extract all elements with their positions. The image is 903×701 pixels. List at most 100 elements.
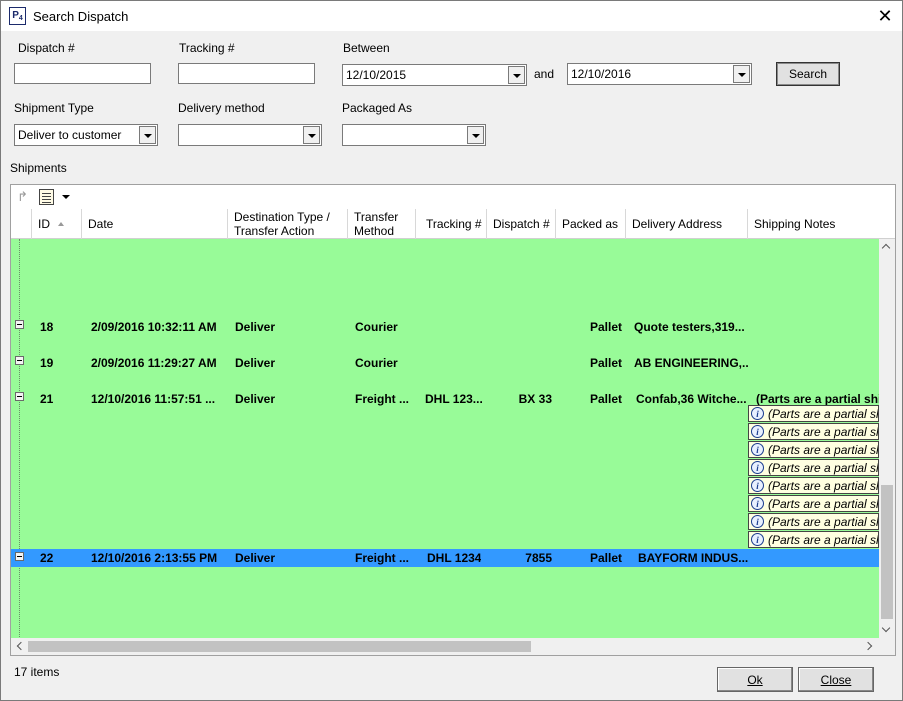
row-notes: (Parts are a partial ship [756,392,879,406]
row-method: Courier [355,320,398,334]
row-address: AB ENGINEERING,... [634,356,748,370]
horizontal-scroll-thumb[interactable] [28,641,531,652]
row-date: 12/10/2016 11:57:51 ... [91,392,216,406]
row-destination: Deliver [235,356,276,370]
row-method: Courier [355,356,398,370]
title-bar: P4 Search Dispatch ✕ [1,1,902,31]
row-dispatch: 7855 [525,551,552,565]
header-date[interactable]: Date [82,209,228,239]
row-packed-as: Pallet [589,392,622,406]
shipment-type-select[interactable]: Deliver to customer [14,124,158,146]
row-date: 12/10/2016 2:13:55 PM [91,551,218,565]
to-date-picker[interactable]: 12/10/2016 [567,63,752,85]
delivery-method-label: Delivery method [178,101,265,115]
horizontal-scrollbar[interactable] [11,638,879,655]
scroll-right-icon[interactable] [862,638,879,655]
table-row-selected[interactable]: 22 12/10/2016 2:13:55 PM Deliver Freight… [11,549,879,567]
shipping-note-item[interactable]: i (Parts are a partial sh [748,423,879,440]
header-destination-type[interactable]: Destination Type / Transfer Action [228,209,348,239]
row-packed-as: Pallet [589,551,622,565]
header-tracking[interactable]: Tracking # [416,209,487,239]
scroll-up-icon[interactable] [879,239,895,256]
row-address: Confab,36 Witche... [636,392,747,406]
shipping-note-item[interactable]: i (Parts are a partial sh [748,459,879,476]
scroll-down-icon[interactable] [879,622,895,639]
ok-button[interactable]: Ok [717,667,793,692]
close-window-icon[interactable]: ✕ [872,3,898,29]
and-label: and [534,67,555,81]
row-method: Freight ... [355,392,409,406]
row-id: 19 [40,356,54,370]
header-packed-as[interactable]: Packed as [556,209,626,239]
note-text: (Parts are a partial sh [768,479,879,493]
vertical-scroll-thumb[interactable] [881,485,893,619]
shipping-note-item[interactable]: i (Parts are a partial sh [748,441,879,458]
shipping-note-item[interactable]: i (Parts are a partial sh [748,405,879,422]
column-chooser-icon[interactable] [39,189,54,205]
to-date-value: 12/10/2016 [571,67,632,81]
row-dispatch: BX 33 [518,392,552,406]
tracking-label: Tracking # [179,41,235,55]
vertical-scrollbar[interactable] [879,239,895,639]
info-icon: i [751,461,764,474]
row-method: Freight ... [355,551,409,565]
close-label: Close [820,672,852,687]
info-icon: i [751,497,764,510]
from-date-picker[interactable]: 12/10/2015 [342,64,527,86]
delivery-method-select[interactable] [178,124,322,146]
collapse-icon[interactable] [15,552,24,561]
ok-label: Ok [747,672,763,687]
header-transfer-method[interactable]: Transfer Method [348,209,416,239]
header-id[interactable]: ID [32,209,82,239]
shipping-note-item[interactable]: i (Parts are a partial sh [748,495,879,512]
header-delivery-address[interactable]: Delivery Address [626,209,748,239]
sort-ascending-icon [58,222,64,226]
to-date-dropdown-icon[interactable] [733,65,750,83]
row-destination: Deliver [235,320,276,334]
row-date: 2/09/2016 11:29:27 AM [91,356,217,370]
search-dispatch-window: P4 Search Dispatch ✕ Dispatch # Tracking… [0,0,903,701]
close-button[interactable]: Close [798,667,874,692]
note-text: (Parts are a partial sh [768,425,879,439]
scroll-left-icon[interactable] [11,638,28,655]
dispatch-input[interactable] [14,63,151,84]
note-text: (Parts are a partial sh [768,515,879,529]
info-icon: i [751,479,764,492]
row-destination: Deliver [235,551,276,565]
collapse-icon[interactable] [15,356,24,365]
column-chooser-dropdown-icon[interactable] [62,195,70,199]
from-date-value: 12/10/2015 [346,68,407,82]
delivery-method-dropdown-icon[interactable] [303,126,320,144]
window-title: Search Dispatch [33,9,129,24]
info-icon: i [751,515,764,528]
row-address: BAYFORM INDUS... [638,551,748,565]
note-text: (Parts are a partial sh [768,533,879,547]
table-row[interactable]: 18 2/09/2016 10:32:11 AM Deliver Courier… [11,317,879,337]
tree-connector-line [19,239,20,639]
header-shipping-notes[interactable]: Shipping Notes [748,209,879,239]
from-date-dropdown-icon[interactable] [508,66,525,84]
redo-icon[interactable]: ↱ [17,190,31,204]
collapse-icon[interactable] [15,392,24,401]
info-icon: i [751,425,764,438]
row-id: 18 [40,320,54,334]
search-button[interactable]: Search [776,62,840,86]
dispatch-label: Dispatch # [18,41,75,55]
tracking-input[interactable] [178,63,315,84]
shipment-type-value: Deliver to customer [18,128,122,142]
item-count: 17 items [14,665,60,679]
between-label: Between [343,41,390,55]
note-text: (Parts are a partial sh [768,407,879,421]
row-tracking: DHL 123... [425,392,483,406]
table-row[interactable]: 19 2/09/2016 11:29:27 AM Deliver Courier… [11,353,879,373]
shipment-type-dropdown-icon[interactable] [139,126,156,144]
collapse-icon[interactable] [15,320,24,329]
packaged-as-select[interactable] [342,124,486,146]
shipping-note-item[interactable]: i (Parts are a partial sh [748,477,879,494]
header-dispatch[interactable]: Dispatch # [487,209,556,239]
header-expander-col [11,209,32,239]
packaged-as-dropdown-icon[interactable] [467,126,484,144]
row-packed-as: Pallet [589,356,622,370]
shipping-note-item[interactable]: i (Parts are a partial sh [748,513,879,530]
shipping-note-item[interactable]: i (Parts are a partial sh [748,531,879,548]
